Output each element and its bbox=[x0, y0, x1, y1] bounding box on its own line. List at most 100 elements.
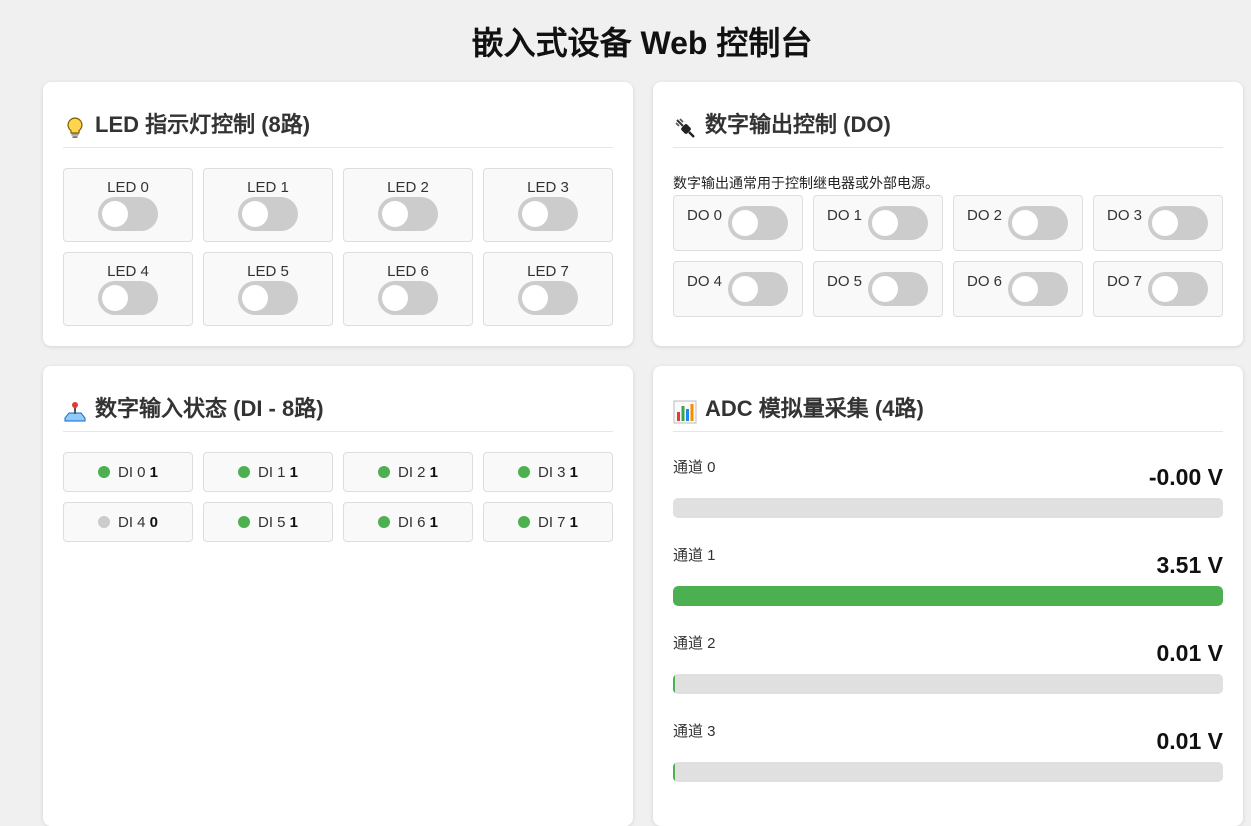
status-dot-icon bbox=[97, 466, 110, 478]
plug-icon bbox=[673, 113, 697, 138]
joystick-icon bbox=[63, 397, 87, 421]
toggle-switch[interactable] bbox=[868, 206, 928, 240]
di-text: DI 0 1 bbox=[118, 464, 158, 481]
adc-progress-bar bbox=[673, 762, 1223, 782]
toggle-switch[interactable] bbox=[98, 197, 158, 231]
di-text: DI 2 1 bbox=[398, 464, 438, 481]
di-value: 0 bbox=[149, 513, 159, 531]
di-text: DI 6 1 bbox=[398, 514, 438, 531]
do-tile: DO 5 bbox=[813, 261, 943, 317]
toggle-switch[interactable] bbox=[728, 272, 788, 306]
toggle-knob bbox=[382, 285, 408, 311]
di-value: 1 bbox=[569, 463, 579, 481]
toggle-knob bbox=[102, 201, 128, 227]
do-card-title: 数字输出控制 (DO) bbox=[705, 111, 891, 137]
toggle-switch[interactable] bbox=[1008, 272, 1068, 306]
di-label: DI 1 bbox=[257, 463, 286, 481]
di-label: DI 2 bbox=[397, 463, 426, 481]
adc-progress-bar bbox=[673, 498, 1223, 518]
di-tile: DI 5 1 bbox=[203, 502, 333, 542]
do-label: DO 2 bbox=[967, 207, 1003, 224]
led-tile: LED 1 bbox=[203, 168, 333, 242]
status-dot-icon bbox=[237, 466, 250, 478]
led-label: LED 6 bbox=[387, 263, 429, 280]
toggle-switch[interactable] bbox=[868, 272, 928, 306]
di-card-header: 数字输入状态 (DI - 8路) bbox=[63, 386, 613, 432]
led-tile: LED 2 bbox=[343, 168, 473, 242]
status-dot-icon bbox=[517, 516, 530, 528]
toggle-knob bbox=[522, 285, 548, 311]
led-label: LED 3 bbox=[527, 179, 569, 196]
do-label: DO 6 bbox=[967, 273, 1003, 290]
di-tile: DI 0 1 bbox=[63, 452, 193, 492]
do-label: DO 1 bbox=[827, 207, 863, 224]
toggle-switch[interactable] bbox=[518, 197, 578, 231]
di-value: 1 bbox=[289, 463, 299, 481]
toggle-knob bbox=[382, 201, 408, 227]
adc-channel: 通道 2 0.01 V bbox=[673, 628, 1223, 716]
di-label: DI 3 bbox=[537, 463, 566, 481]
toggle-switch[interactable] bbox=[238, 281, 298, 315]
adc-card: ADC 模拟量采集 (4路) 通道 0 -0.00 V 通道 1 3.51 V 通道 2… bbox=[653, 366, 1243, 826]
do-tile: DO 7 bbox=[1093, 261, 1223, 317]
status-dot-icon bbox=[377, 466, 390, 478]
toggle-switch[interactable] bbox=[98, 281, 158, 315]
di-label: DI 6 bbox=[397, 513, 426, 531]
adc-channel-value: 0.01 V bbox=[1156, 640, 1224, 666]
di-label: DI 4 bbox=[117, 513, 146, 531]
led-label: LED 4 bbox=[107, 263, 149, 280]
adc-channel-list: 通道 0 -0.00 V 通道 1 3.51 V 通道 2 0.01 V 通道 3 0.01 … bbox=[673, 452, 1223, 804]
di-tile: DI 4 0 bbox=[63, 502, 193, 542]
toggle-switch[interactable] bbox=[238, 197, 298, 231]
toggle-switch[interactable] bbox=[1008, 206, 1068, 240]
do-tile: DO 2 bbox=[953, 195, 1083, 251]
do-label: DO 3 bbox=[1107, 207, 1143, 224]
adc-channel: 通道 1 3.51 V bbox=[673, 540, 1223, 628]
status-dot-icon bbox=[237, 516, 250, 528]
adc-channel-name: 通道 3 bbox=[673, 723, 716, 740]
di-value: 1 bbox=[149, 463, 159, 481]
page-title: 嵌入式设备 Web 控制台 bbox=[471, 25, 813, 61]
toggle-knob bbox=[1152, 276, 1178, 302]
toggle-switch[interactable] bbox=[378, 197, 438, 231]
adc-progress-bar bbox=[673, 674, 1223, 694]
adc-channel: 通道 3 0.01 V bbox=[673, 716, 1223, 804]
led-tile: LED 4 bbox=[63, 252, 193, 326]
toggle-knob bbox=[1152, 210, 1178, 236]
di-text: DI 5 1 bbox=[258, 514, 298, 531]
toggle-switch[interactable] bbox=[518, 281, 578, 315]
adc-channel-name: 通道 0 bbox=[673, 459, 716, 476]
adc-card-header: ADC 模拟量采集 (4路) bbox=[673, 386, 1223, 432]
di-tile: DI 7 1 bbox=[483, 502, 613, 542]
led-card-header: LED 指示灯控制 (8路) bbox=[63, 102, 613, 148]
toggle-switch[interactable] bbox=[1148, 272, 1208, 306]
status-dot-icon bbox=[97, 516, 110, 528]
di-label: DI 5 bbox=[257, 513, 286, 531]
di-tile: DI 2 1 bbox=[343, 452, 473, 492]
toggle-knob bbox=[1012, 276, 1038, 302]
adc-channel-name: 通道 2 bbox=[673, 635, 716, 652]
di-value: 1 bbox=[569, 513, 579, 531]
adc-channel-value: 0.01 V bbox=[1156, 728, 1224, 754]
led-grid: LED 0 LED 1 LED 2 LED 3 LED 4 LED 5 LED 6 LED 7 bbox=[63, 168, 613, 326]
toggle-switch[interactable] bbox=[1148, 206, 1208, 240]
toggle-knob bbox=[102, 285, 128, 311]
led-tile: LED 6 bbox=[343, 252, 473, 326]
toggle-knob bbox=[732, 276, 758, 302]
di-tile: DI 6 1 bbox=[343, 502, 473, 542]
bar-chart-icon bbox=[673, 397, 697, 423]
toggle-knob bbox=[872, 276, 898, 302]
toggle-switch[interactable] bbox=[378, 281, 438, 315]
led-label: LED 1 bbox=[247, 179, 289, 196]
adc-channel-value: -0.00 V bbox=[1148, 464, 1223, 490]
di-label: DI 7 bbox=[537, 513, 566, 531]
do-label: DO 0 bbox=[687, 207, 723, 224]
toggle-switch[interactable] bbox=[728, 206, 788, 240]
di-text: DI 1 1 bbox=[258, 464, 298, 481]
do-grid: DO 0 DO 1 DO 2 DO 3 DO 4 DO 5 DO 6 DO 7 bbox=[673, 195, 1223, 317]
di-value: 1 bbox=[429, 513, 439, 531]
adc-card-title: ADC 模拟量采集 (4路) bbox=[705, 395, 924, 421]
led-tile: LED 5 bbox=[203, 252, 333, 326]
toggle-knob bbox=[242, 201, 268, 227]
do-tile: DO 0 bbox=[673, 195, 803, 251]
